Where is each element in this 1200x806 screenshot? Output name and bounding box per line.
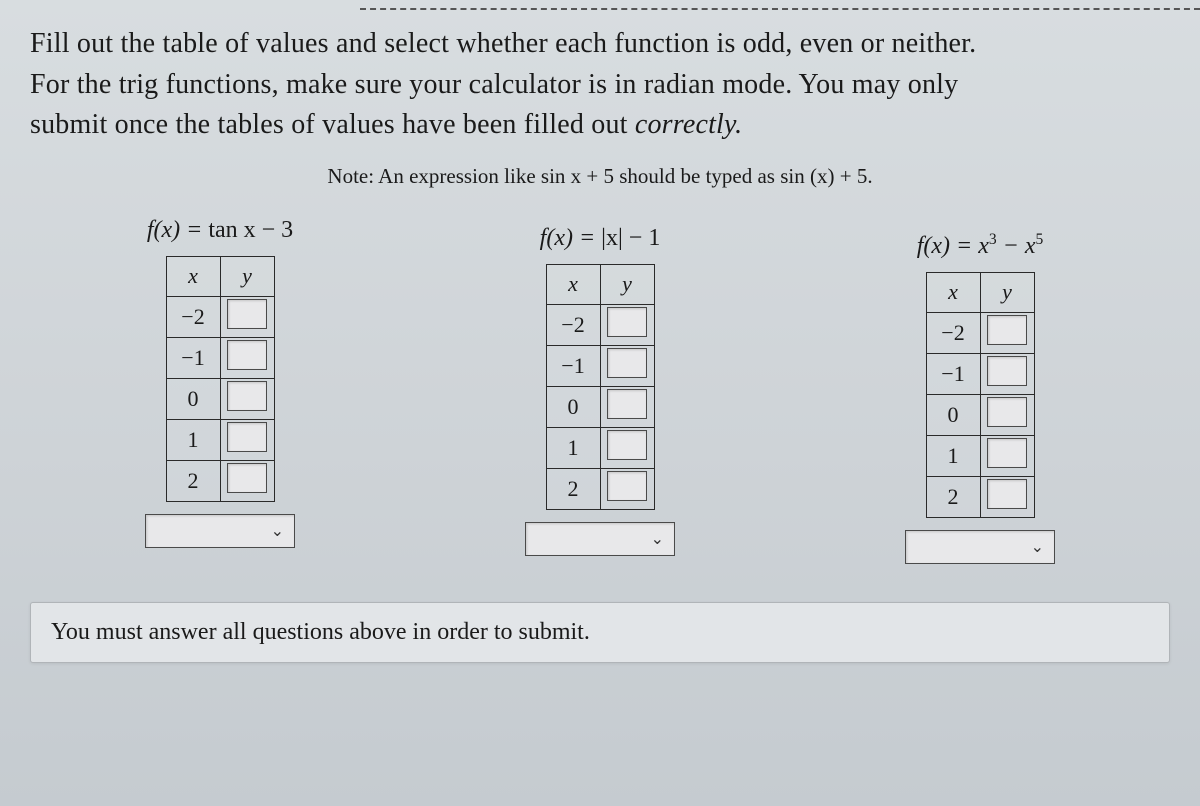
y-input[interactable]: [987, 356, 1027, 386]
function-label-1: f(x) = tan x − 3: [147, 217, 293, 244]
function-label-2: f(x) = |x| − 1: [540, 225, 661, 252]
x-cell: −1: [166, 337, 220, 378]
note: Note: An expression like sin x + 5 shoul…: [30, 164, 1170, 189]
x-cell: 1: [926, 435, 980, 476]
fn-prefix: f(x) =: [917, 233, 979, 259]
x-cell: −2: [546, 304, 600, 345]
fn-body: tan x − 3: [208, 217, 293, 243]
x-cell: 0: [926, 394, 980, 435]
y-input[interactable]: [987, 438, 1027, 468]
y-input[interactable]: [227, 463, 267, 493]
x-cell: −1: [926, 353, 980, 394]
x-cell: 2: [546, 468, 600, 509]
x-cell: −2: [166, 296, 220, 337]
y-cell: [220, 419, 274, 460]
fn-sup: 3: [989, 231, 997, 248]
col-x: x: [926, 272, 980, 312]
footer-text: You must answer all questions above in o…: [51, 619, 590, 645]
note-expr2: sin (x) + 5: [780, 164, 867, 188]
y-cell: [600, 468, 654, 509]
instructions-italic: correctly.: [635, 109, 742, 140]
y-input[interactable]: [607, 348, 647, 378]
y-input[interactable]: [227, 299, 267, 329]
fn-base: x: [978, 233, 989, 259]
chevron-down-icon: ⌄: [651, 529, 664, 549]
fn-prefix: f(x) =: [147, 217, 209, 243]
chevron-down-icon: ⌄: [271, 521, 284, 541]
x-cell: 1: [166, 419, 220, 460]
col-y: y: [980, 272, 1034, 312]
value-table-1: xy −2 −1 0 1 2: [166, 256, 275, 502]
x-cell: −1: [546, 345, 600, 386]
y-cell: [220, 337, 274, 378]
note-expr1: sin x + 5: [541, 164, 614, 188]
y-cell: [980, 435, 1034, 476]
x-cell: −2: [926, 312, 980, 353]
instructions-line2a: For the trig functions, make sure your c…: [30, 69, 958, 100]
function-label-3: f(x) = x3 − x5: [917, 231, 1044, 260]
instructions-line2b: submit once the tables of values have be…: [30, 109, 635, 140]
fn-mid: − x: [997, 233, 1036, 259]
problems-row: f(x) = tan x − 3 xy −2 −1 0 1 2 ⌄ f(x) =…: [30, 217, 1170, 564]
value-table-3: xy −2 −1 0 1 2: [926, 272, 1035, 518]
y-cell: [980, 353, 1034, 394]
x-cell: 2: [926, 476, 980, 517]
y-input[interactable]: [607, 430, 647, 460]
y-cell: [600, 386, 654, 427]
parity-selector-2[interactable]: ⌄: [525, 522, 675, 556]
problem-3: f(x) = x3 − x5 xy −2 −1 0 1 2 ⌄: [905, 231, 1055, 564]
y-input[interactable]: [987, 315, 1027, 345]
x-cell: 0: [546, 386, 600, 427]
footer-message: You must answer all questions above in o…: [30, 602, 1170, 663]
y-input[interactable]: [607, 307, 647, 337]
y-cell: [600, 345, 654, 386]
col-y: y: [600, 264, 654, 304]
y-input[interactable]: [227, 422, 267, 452]
col-x: x: [546, 264, 600, 304]
y-input[interactable]: [987, 479, 1027, 509]
y-input[interactable]: [227, 381, 267, 411]
col-x: x: [166, 256, 220, 296]
y-cell: [220, 378, 274, 419]
x-cell: 0: [166, 378, 220, 419]
parity-selector-1[interactable]: ⌄: [145, 514, 295, 548]
instructions-line1: Fill out the table of values and select …: [30, 28, 976, 59]
y-input[interactable]: [987, 397, 1027, 427]
y-cell: [220, 460, 274, 501]
y-input[interactable]: [227, 340, 267, 370]
problem-2: f(x) = |x| − 1 xy −2 −1 0 1 2 ⌄: [525, 225, 675, 564]
y-input[interactable]: [607, 389, 647, 419]
y-cell: [980, 394, 1034, 435]
y-input[interactable]: [607, 471, 647, 501]
problem-1: f(x) = tan x − 3 xy −2 −1 0 1 2 ⌄: [145, 217, 295, 564]
instructions: Fill out the table of values and select …: [30, 24, 1170, 146]
note-suffix: .: [867, 164, 872, 188]
fn-body: |x| − 1: [601, 225, 660, 251]
y-cell: [220, 296, 274, 337]
fn-sup: 5: [1036, 231, 1044, 248]
value-table-2: xy −2 −1 0 1 2: [546, 264, 655, 510]
x-cell: 1: [546, 427, 600, 468]
y-cell: [600, 304, 654, 345]
note-prefix: Note: An expression like: [327, 164, 540, 188]
dashed-divider: [360, 8, 1200, 10]
col-y: y: [220, 256, 274, 296]
note-mid: should be typed as: [614, 164, 780, 188]
x-cell: 2: [166, 460, 220, 501]
y-cell: [600, 427, 654, 468]
chevron-down-icon: ⌄: [1031, 537, 1044, 557]
y-cell: [980, 312, 1034, 353]
fn-prefix: f(x) =: [540, 225, 602, 251]
y-cell: [980, 476, 1034, 517]
parity-selector-3[interactable]: ⌄: [905, 530, 1055, 564]
